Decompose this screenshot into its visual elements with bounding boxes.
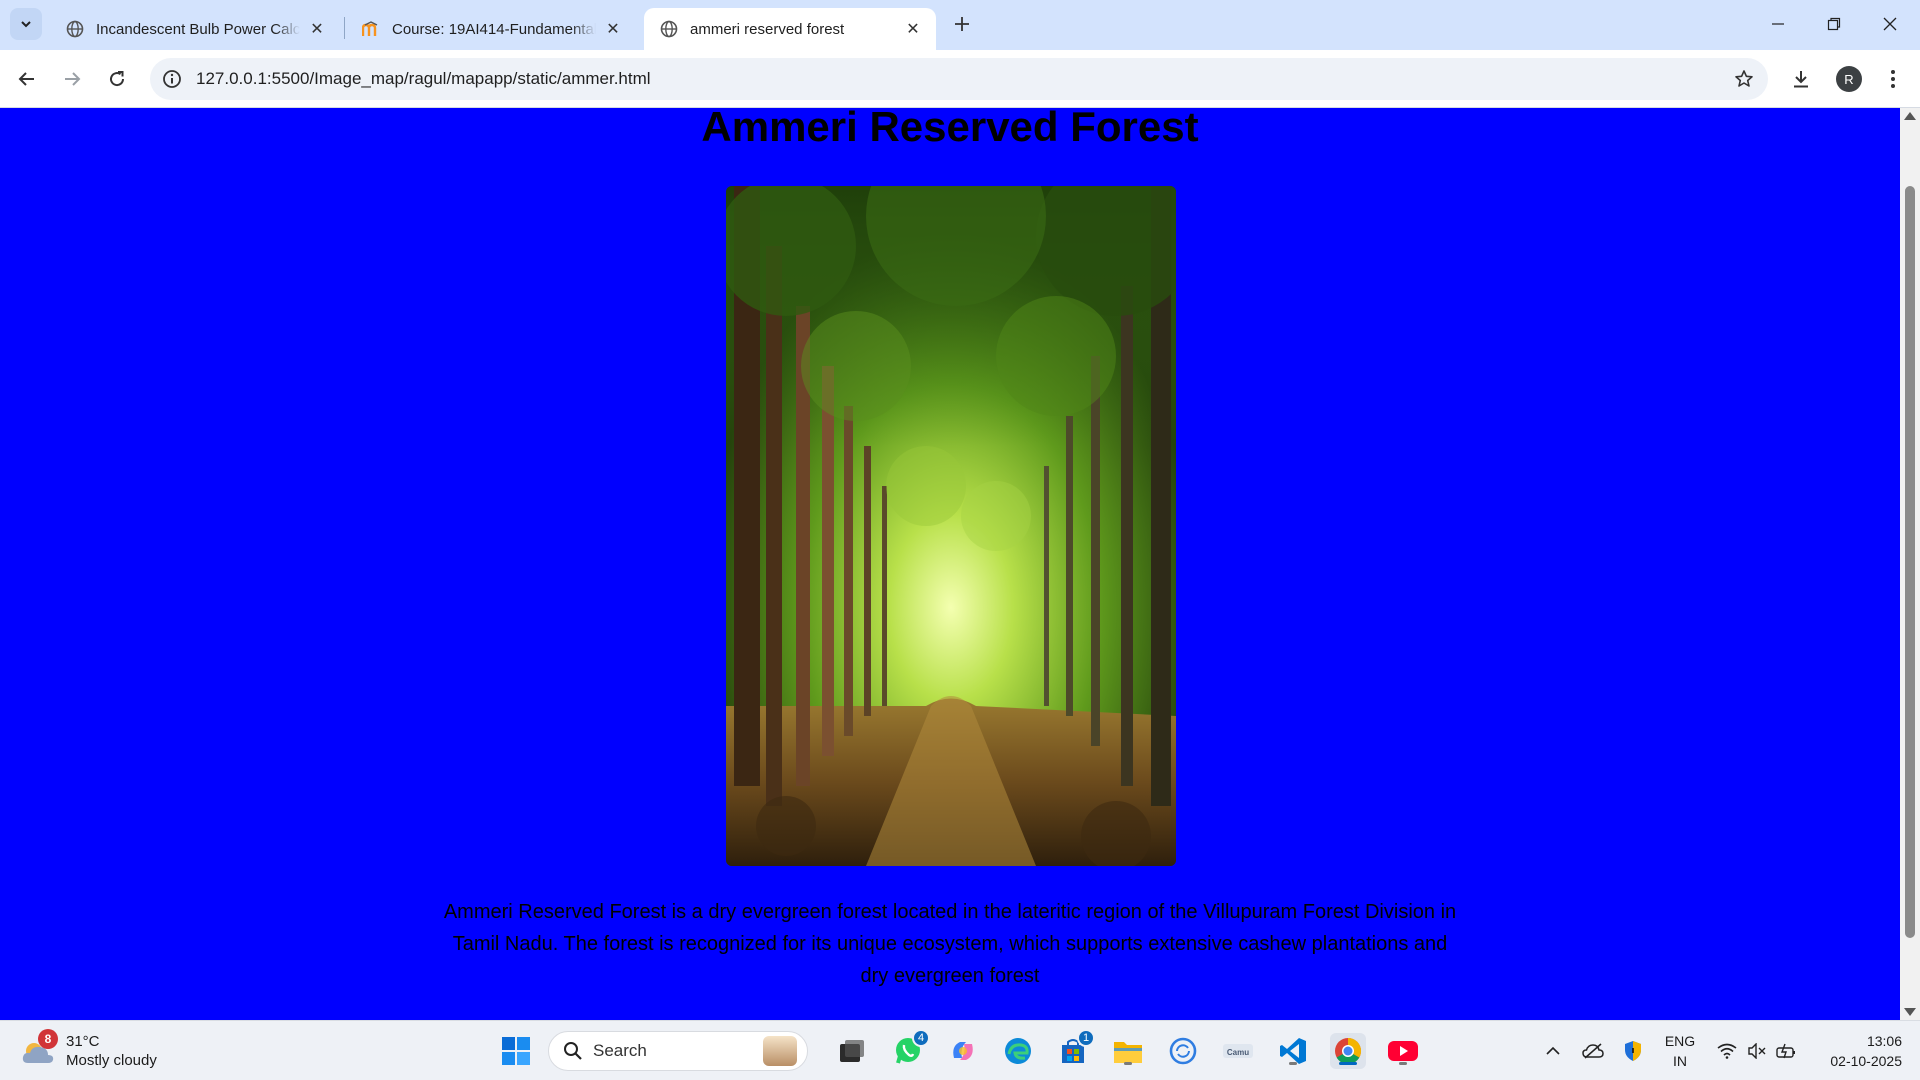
restore-button[interactable] xyxy=(1806,0,1862,48)
microsoft-store-icon[interactable]: 1 xyxy=(1055,1029,1095,1069)
windows-taskbar: 8 31°C Mostly cloudy Search 4 1 Camu ENG… xyxy=(0,1020,1920,1080)
scroll-down-arrow-icon[interactable] xyxy=(1904,1008,1916,1016)
forward-button[interactable] xyxy=(55,62,89,96)
downloads-button[interactable] xyxy=(1784,62,1818,96)
youtube-icon[interactable] xyxy=(1385,1033,1421,1069)
vscode-icon[interactable] xyxy=(1275,1033,1311,1069)
reload-icon xyxy=(110,71,125,87)
minimize-button[interactable] xyxy=(1750,0,1806,48)
tab-strip: Incandescent Bulb Power Calcul ✕ Course:… xyxy=(0,0,1920,50)
weather-condition: Mostly cloudy xyxy=(66,1052,157,1069)
clock-date: 02-10-2025 xyxy=(1830,1053,1902,1069)
taskbar-clock[interactable]: 13:06 02-10-2025 xyxy=(1812,1031,1902,1071)
download-icon xyxy=(1794,71,1808,88)
forest-description: Ammeri Reserved Forest is a dry evergree… xyxy=(443,901,1457,987)
windows-start-icon[interactable] xyxy=(498,1033,534,1069)
running-indicator xyxy=(1399,1062,1407,1065)
tab-title: Incandescent Bulb Power Calcul xyxy=(96,20,300,38)
globe-icon xyxy=(66,20,84,38)
language-code: ENG xyxy=(1664,1033,1696,1049)
task-view-icon[interactable] xyxy=(834,1033,870,1069)
battery-charging-icon[interactable] xyxy=(1774,1021,1800,1080)
sync-app-icon[interactable] xyxy=(1165,1033,1201,1069)
page-viewport: Ammeri Reserved Forest Ammeri Reserved F… xyxy=(0,108,1900,1020)
search-highlight-image xyxy=(763,1036,797,1066)
scroll-up-arrow-icon[interactable] xyxy=(1904,112,1916,120)
arrow-right-icon xyxy=(65,72,81,86)
volume-muted-icon[interactable] xyxy=(1744,1021,1770,1080)
tab-course[interactable]: Course: 19AI414-Fundamentals ✕ xyxy=(346,8,636,50)
chrome-icon[interactable] xyxy=(1330,1033,1366,1069)
svg-text:Camu: Camu xyxy=(1227,1048,1249,1057)
browser-menu-button[interactable] xyxy=(1876,62,1910,96)
copilot-icon[interactable] xyxy=(945,1033,981,1069)
page-scrollbar[interactable] xyxy=(1900,108,1920,1020)
edge-browser-icon[interactable] xyxy=(1000,1033,1036,1069)
wifi-icon[interactable] xyxy=(1714,1021,1740,1080)
tab-separator xyxy=(344,17,345,39)
forest-image xyxy=(726,186,1176,866)
moodle-icon xyxy=(362,20,380,38)
tab-title: ammeri reserved forest xyxy=(690,20,845,38)
store-badge: 1 xyxy=(1077,1029,1095,1047)
minimize-icon xyxy=(1772,23,1784,25)
chevron-down-icon xyxy=(21,21,31,28)
cloud-icon: 8 xyxy=(20,1029,58,1067)
globe-icon xyxy=(660,20,678,38)
temperature: 31°C xyxy=(66,1033,100,1050)
show-hidden-icons-button[interactable] xyxy=(1540,1021,1566,1080)
search-label: Search xyxy=(593,1041,647,1060)
page-title: Ammeri Reserved Forest xyxy=(701,108,1199,150)
more-vertical-icon xyxy=(1891,70,1895,88)
active-indicator xyxy=(1339,1062,1357,1065)
whatsapp-icon[interactable]: 4 xyxy=(890,1029,930,1069)
search-icon xyxy=(564,1042,582,1060)
tab-bulb-calculator[interactable]: Incandescent Bulb Power Calcul ✕ xyxy=(50,8,340,50)
plus-icon xyxy=(955,17,969,31)
new-tab-button[interactable] xyxy=(948,10,976,38)
close-tab-icon[interactable]: ✕ xyxy=(306,18,328,40)
close-window-button[interactable] xyxy=(1862,0,1918,48)
running-indicator xyxy=(1289,1062,1297,1065)
bookmark-star-icon[interactable] xyxy=(1732,67,1756,91)
url-text: 127.0.0.1:5500/Image_map/ragul/mapapp/st… xyxy=(196,69,651,88)
language-indicator[interactable]: ENG IN xyxy=(1660,1031,1700,1071)
scroll-thumb[interactable] xyxy=(1905,186,1915,938)
back-button[interactable] xyxy=(10,62,44,96)
tab-search-button[interactable] xyxy=(10,8,42,40)
browser-toolbar: 127.0.0.1:5500/Image_map/ragul/mapapp/st… xyxy=(0,50,1920,108)
file-explorer-icon[interactable] xyxy=(1110,1033,1146,1069)
profile-avatar[interactable]: R xyxy=(1836,66,1862,92)
restore-icon xyxy=(1827,17,1841,31)
onedrive-icon[interactable] xyxy=(1580,1021,1606,1080)
arrow-left-icon xyxy=(18,72,34,86)
reload-button[interactable] xyxy=(100,62,134,96)
region-code: IN xyxy=(1673,1053,1687,1069)
whatsapp-badge: 4 xyxy=(912,1029,930,1047)
chevron-up-icon xyxy=(1546,1046,1560,1055)
taskbar-search[interactable]: Search xyxy=(548,1031,808,1071)
site-info-icon[interactable] xyxy=(160,67,184,91)
close-tab-icon[interactable]: ✕ xyxy=(602,18,624,40)
address-bar[interactable]: 127.0.0.1:5500/Image_map/ragul/mapapp/st… xyxy=(150,58,1768,100)
running-indicator xyxy=(1124,1062,1132,1065)
close-tab-icon[interactable]: ✕ xyxy=(902,18,924,40)
camu-app-icon[interactable]: Camu xyxy=(1220,1033,1256,1069)
close-icon xyxy=(1883,17,1897,31)
weather-widget[interactable]: 8 31°C Mostly cloudy xyxy=(20,1029,157,1073)
clock-time: 13:06 xyxy=(1866,1033,1902,1049)
weather-alert-badge: 8 xyxy=(38,1029,58,1049)
security-shield-icon[interactable] xyxy=(1620,1021,1646,1080)
tab-ammeri-forest[interactable]: ammeri reserved forest ✕ xyxy=(644,8,936,50)
tab-title: Course: 19AI414-Fundamentals xyxy=(392,20,596,38)
